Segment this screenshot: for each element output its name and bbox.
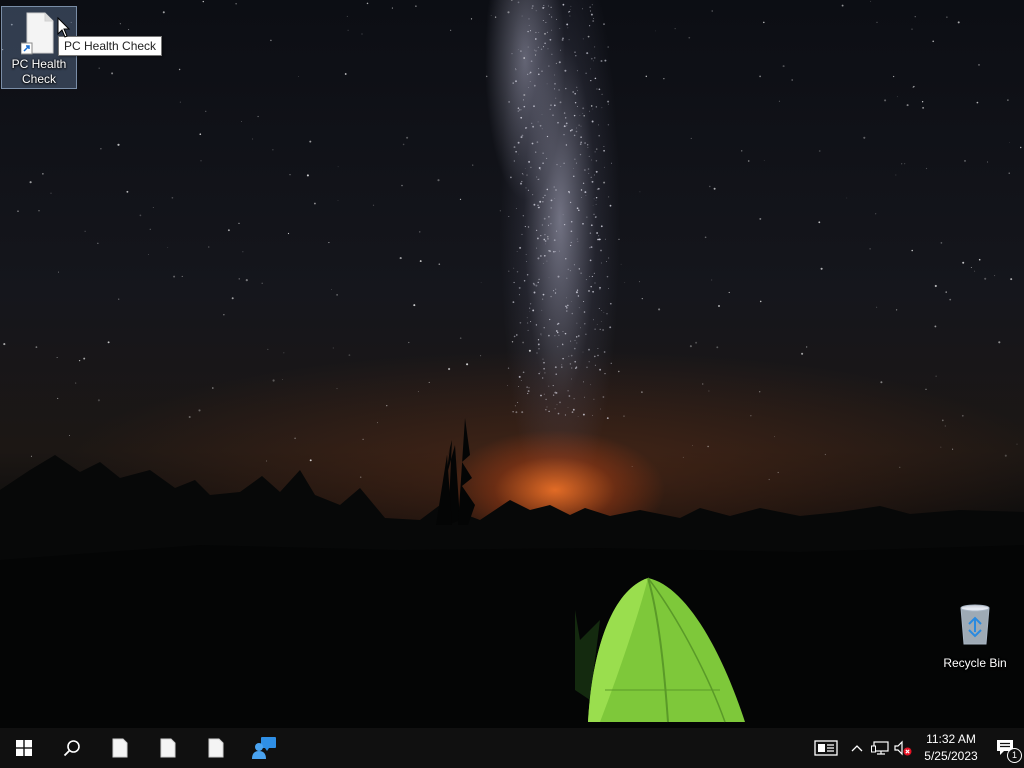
taskbar: 11:32 AM 5/25/2023 1 (0, 728, 1024, 768)
taskbar-app-document-3[interactable] (192, 728, 240, 768)
tooltip: PC Health Check (58, 36, 163, 56)
document-icon (112, 738, 128, 758)
start-button[interactable] (0, 728, 48, 768)
windows-start-icon (16, 740, 32, 756)
network-icon (871, 741, 889, 755)
desktop-icon-label: Recycle Bin (943, 656, 1007, 670)
chevron-up-icon (851, 745, 863, 752)
clock[interactable]: 11:32 AM 5/25/2023 (914, 728, 988, 768)
document-icon (208, 738, 224, 758)
landscape-silhouette (0, 418, 1024, 728)
action-center-button[interactable]: 1 (988, 728, 1024, 768)
taskbar-app-people-chat[interactable] (240, 728, 288, 768)
notification-count-badge: 1 (1007, 748, 1022, 763)
volume-muted-icon (894, 740, 912, 756)
network-button[interactable] (868, 728, 892, 768)
system-tray: 11:32 AM 5/25/2023 1 (806, 728, 1024, 768)
recycle-bin-icon (937, 602, 1013, 650)
volume-button[interactable] (892, 728, 914, 768)
search-button[interactable] (48, 728, 96, 768)
news-icon (814, 740, 838, 756)
show-hidden-icons-button[interactable] (846, 728, 868, 768)
clock-time: 11:32 AM (926, 732, 976, 746)
search-icon (63, 740, 80, 757)
desktop-background: PC Health Check PC Health Check Recycle … (0, 0, 1024, 728)
document-icon (160, 738, 176, 758)
clock-date: 5/25/2023 (924, 749, 978, 763)
desktop-icon-label: PC Health Check (11, 57, 67, 86)
taskbar-app-document-1[interactable] (96, 728, 144, 768)
news-button[interactable] (806, 728, 846, 768)
taskbar-app-document-2[interactable] (144, 728, 192, 768)
desktop-icon-recycle-bin[interactable]: Recycle Bin (937, 600, 1013, 670)
mouse-cursor-icon (57, 17, 71, 38)
people-chat-icon (252, 737, 276, 759)
